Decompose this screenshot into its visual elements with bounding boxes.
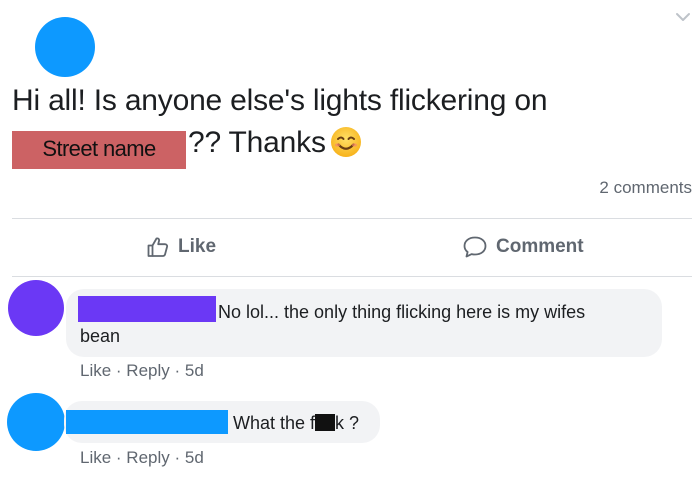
commenter-name-redaction[interactable] [66,410,228,434]
comment-avatar[interactable] [7,393,65,451]
censor-block [315,414,336,431]
divider-top [12,218,692,219]
comment-text-prefix: What the f [233,413,316,433]
separator: · [111,448,127,467]
post-text-line-1: Hi all! Is anyone else's lights flickeri… [12,84,548,117]
separator: · [169,361,185,380]
comment-button[interactable]: Comment [462,230,584,264]
comments-count-link[interactable]: 2 comments [599,178,692,198]
separator: · [111,361,127,380]
comment-reply-link[interactable]: Reply [126,361,169,380]
post-text-line-2: Street name?? Thanks [12,122,692,169]
street-name-redaction: Street name [12,131,186,169]
comment-button-label: Comment [496,236,584,257]
comment-bubble-icon [463,236,487,258]
comment-age[interactable]: 5d [185,448,204,467]
comment-text: What the f k ? [233,411,359,435]
separator: · [169,448,185,467]
comment-meta: Like · Reply · 5d [80,361,204,381]
like-button-label: Like [178,236,217,257]
comment-reply-link[interactable]: Reply [126,448,169,467]
comment-avatar[interactable] [8,280,64,336]
comment-text-line-1: No lol... the only thing flicking here i… [218,302,586,322]
chevron-down-icon[interactable] [674,10,692,24]
thumbs-up-icon [147,237,169,257]
commenter-name-redaction[interactable] [78,296,216,322]
comment-text-suffix: k ? [335,413,360,433]
post-text-suffix: ?? Thanks [188,126,326,159]
comment-meta: Like · Reply · 5d [80,448,204,468]
divider-bottom [12,276,692,277]
like-button[interactable]: Like [146,230,216,264]
comment-like-link[interactable]: Like [80,361,111,380]
post-author-avatar[interactable] [35,17,95,77]
post-text: Hi all! Is anyone else's lights flickeri… [12,80,692,169]
comment-like-link[interactable]: Like [80,448,111,467]
smiling-face-icon [330,127,361,157]
comment-age[interactable]: 5d [185,361,204,380]
comment-text-line-2: bean [80,326,121,346]
